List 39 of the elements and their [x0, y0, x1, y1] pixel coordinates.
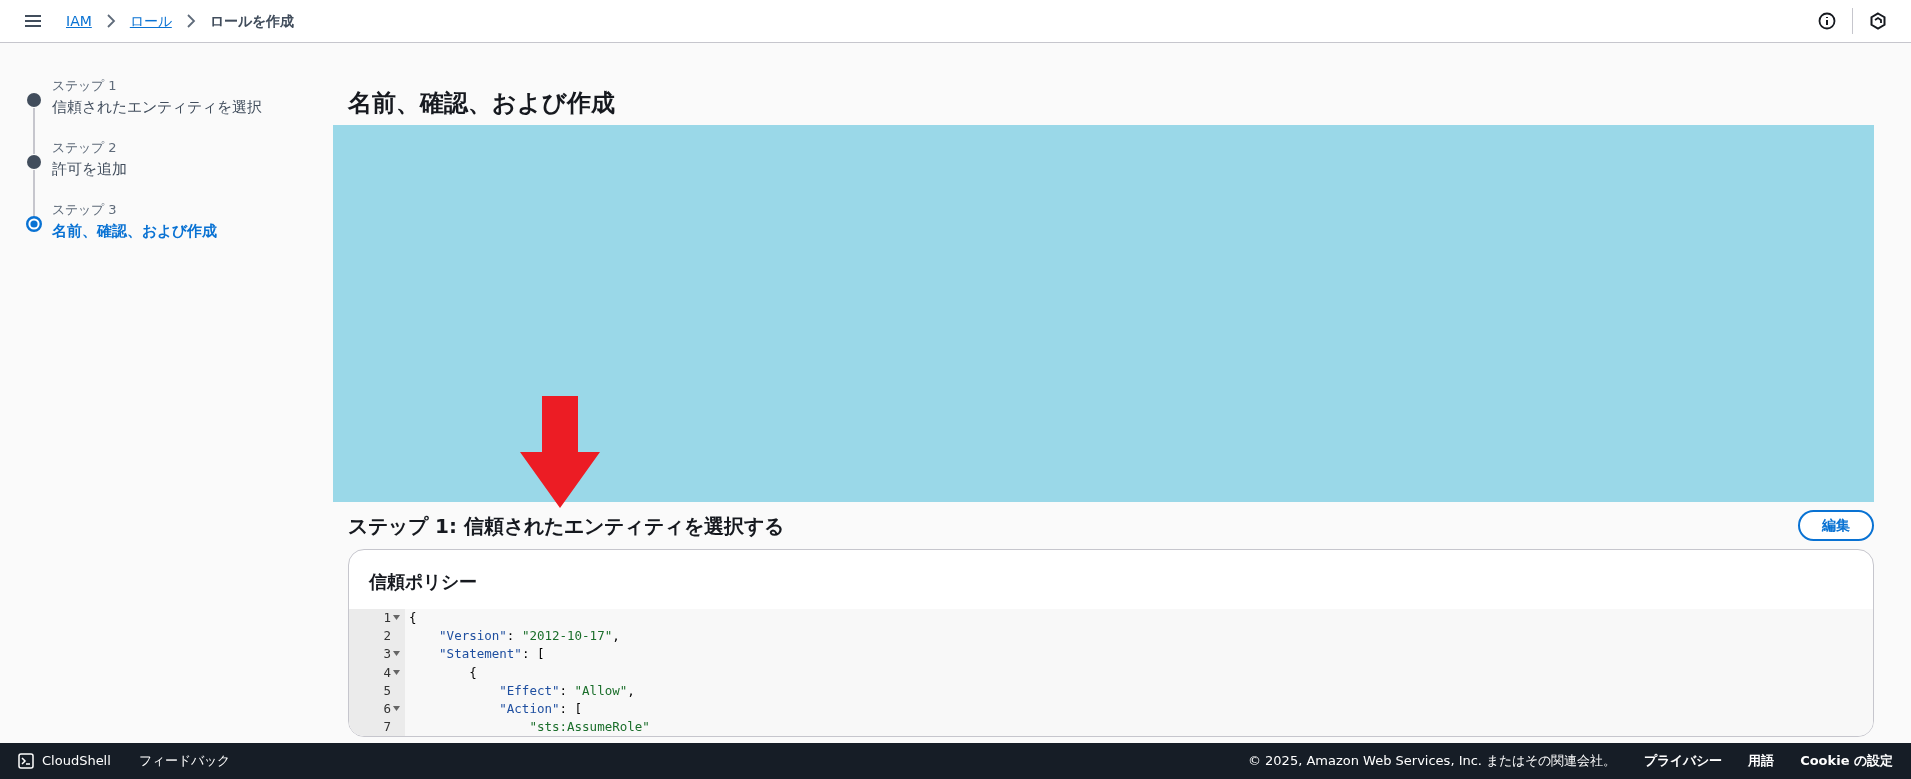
code-line: {	[469, 664, 477, 680]
copyright-text: © 2025, Amazon Web Services, Inc. またはその関連会社。	[1247, 752, 1617, 771]
line-number: 4	[383, 663, 391, 682]
step-link[interactable]: 許可を追加	[52, 157, 127, 180]
feedback-link[interactable]: フィードバック	[138, 751, 230, 771]
step-link[interactable]: 信頼されたエンティティを選択	[52, 95, 262, 118]
chevron-icon	[185, 14, 196, 28]
terminal-icon[interactable]	[18, 753, 34, 769]
line-number: 7	[383, 718, 391, 737]
step-caption: ステップ 2	[52, 139, 118, 157]
line-number: 2	[383, 627, 391, 646]
breadcrumb-link[interactable]: ロール	[129, 10, 172, 32]
info-icon[interactable]	[1818, 12, 1836, 30]
code-line: "Action": [	[499, 700, 583, 716]
section-title: ステップ 1: 信頼されたエンティティを選択する	[348, 512, 784, 540]
code-line: "sts:AssumeRole"	[529, 719, 650, 735]
code-line: "Version": "2012-10-17",	[439, 628, 620, 644]
code-line: "Statement": [	[439, 646, 545, 662]
cloudshell-link[interactable]: CloudShell	[42, 751, 111, 771]
page-title: 名前、確認、および作成	[348, 88, 616, 119]
code-line: "Effect": "Allow",	[499, 682, 635, 698]
line-number: 5	[383, 681, 391, 700]
breadcrumb-current: ロールを作成	[209, 11, 294, 31]
line-number: 6	[383, 700, 391, 718]
chevron-icon	[105, 14, 116, 28]
line-number: 3	[383, 645, 391, 664]
step-caption: ステップ 1	[52, 77, 118, 95]
footer-link[interactable]: 用語	[1748, 751, 1775, 771]
step-caption: ステップ 3	[52, 201, 118, 219]
card-title: 信頼ポリシー	[367, 570, 478, 594]
step-link[interactable]: 名前、確認、および作成	[52, 219, 217, 242]
hexagon-icon[interactable]	[1869, 12, 1887, 30]
edit-button[interactable]: 編集	[1798, 510, 1874, 541]
code-line: {	[409, 610, 417, 625]
breadcrumb-link[interactable]: IAM	[66, 10, 92, 32]
footer-link[interactable]: プライバシー	[1644, 751, 1723, 771]
footer-link[interactable]: Cookie の設定	[1800, 751, 1893, 771]
line-number: 1	[383, 609, 391, 627]
menu-icon[interactable]	[24, 14, 42, 28]
